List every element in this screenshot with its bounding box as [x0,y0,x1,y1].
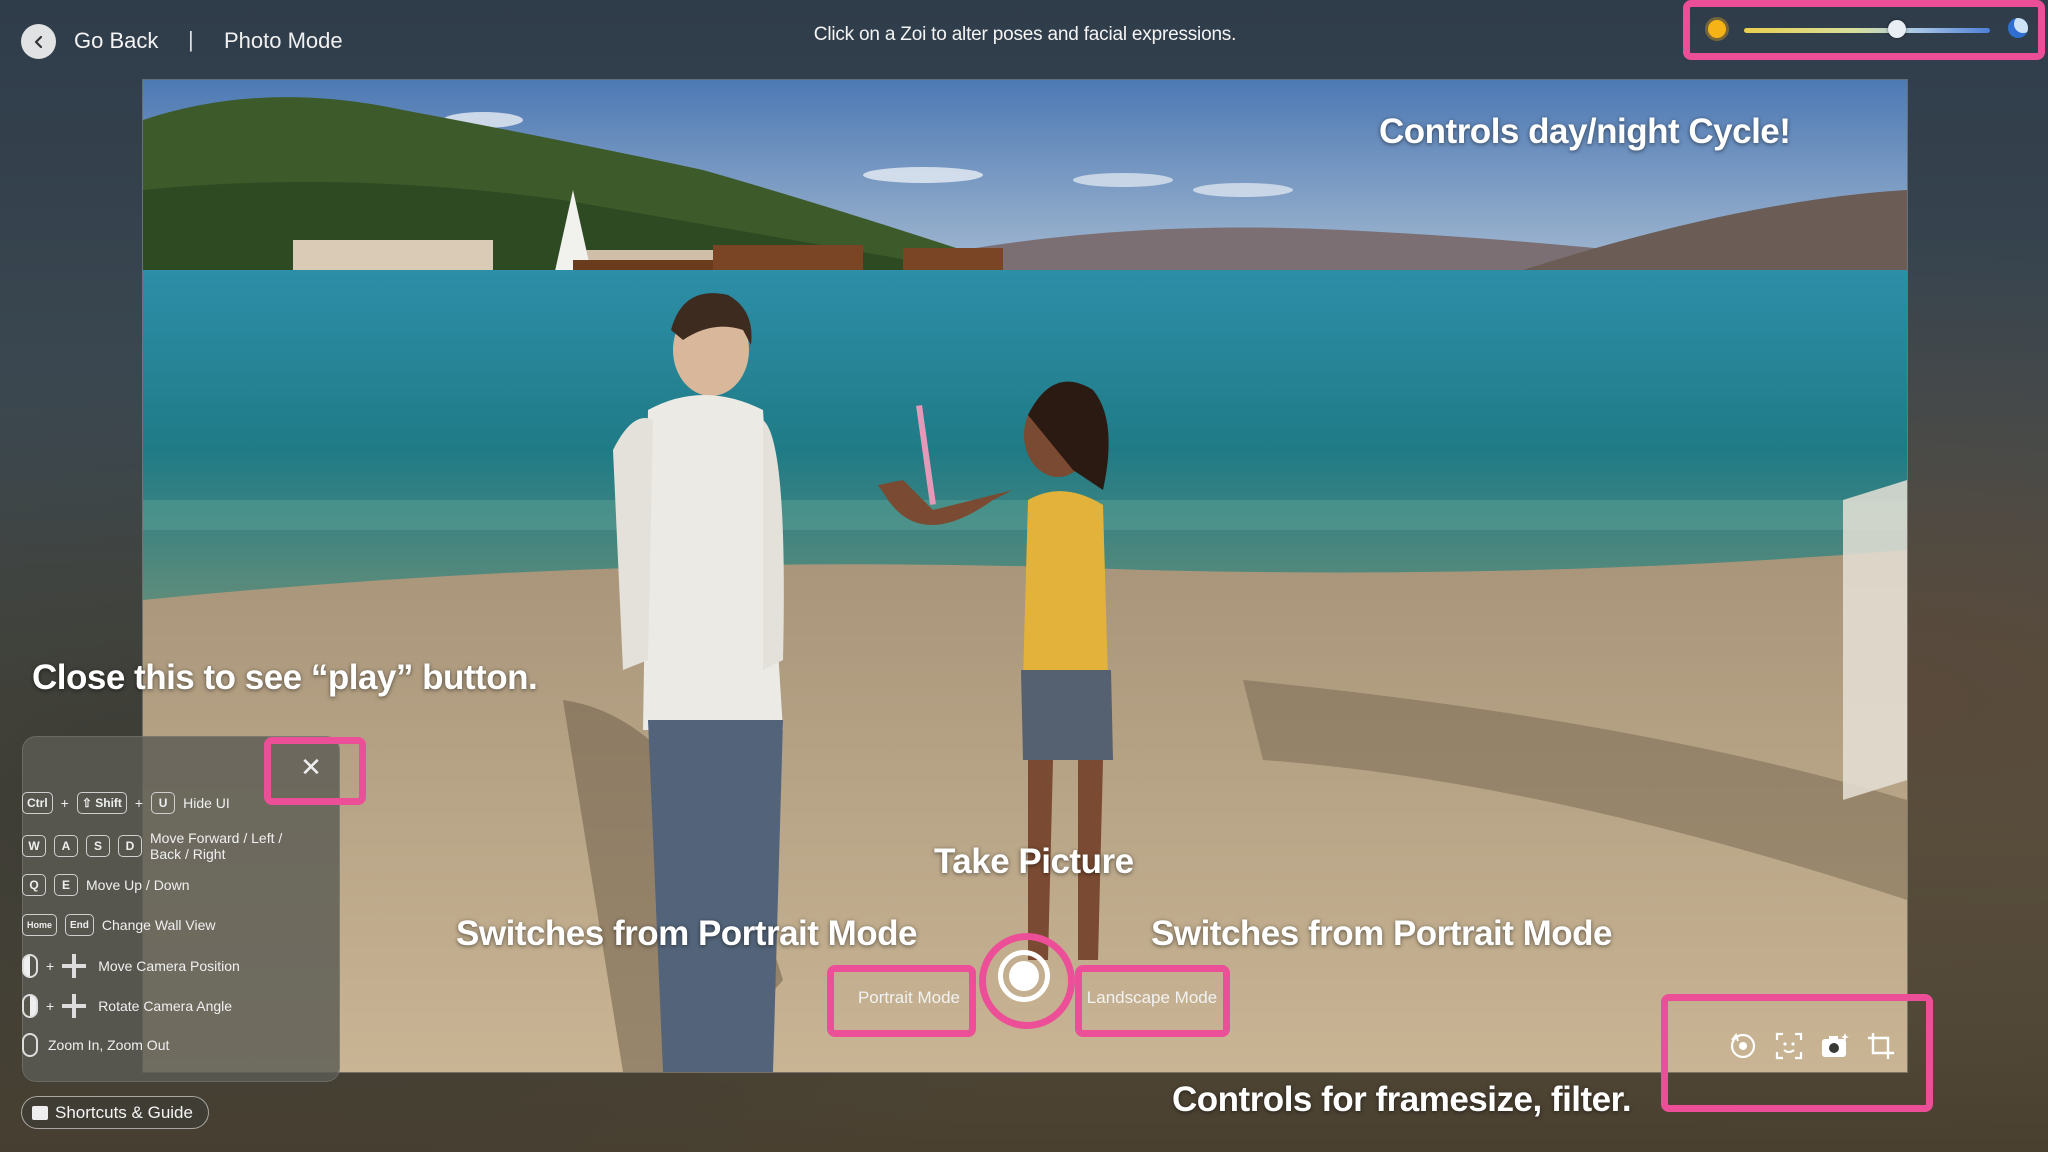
shortcut-label: Move Camera Position [98,958,240,974]
header-separator: | [188,27,194,52]
guide-label: Shortcuts & Guide [55,1102,193,1122]
key-u: U [151,792,176,814]
shortcut-row-up-down: Q E Move Up / Down [22,874,189,896]
highlight-close [264,737,366,805]
shortcut-label: Move Up / Down [86,877,190,893]
move-arrows-icon [62,954,87,978]
key-home: Home [22,914,58,936]
key-end: End [65,914,94,936]
key-e: E [54,874,78,896]
annotation-daynight: Controls day/night Cycle! [1379,112,1791,151]
key-a: A [54,835,78,857]
key-s: S [86,835,110,857]
shortcut-label: Zoom In, Zoom Out [48,1037,170,1053]
shortcut-row-camera-angle: + Rotate Camera Angle [22,994,232,1018]
annotation-switch-left: Switches from Portrait Mode [456,914,918,953]
shortcut-row-hide-ui: Ctrl + ⇧ Shift + U Hide UI [22,792,230,814]
annotation-close-hint: Close this to see “play” button. [32,658,538,697]
key-ctrl: Ctrl [22,792,53,814]
shortcuts-guide-button[interactable]: Shortcuts & Guide [21,1096,209,1129]
instruction-text: Click on a Zoi to alter poses and facial… [813,24,1237,45]
annotation-switch-right: Switches from Portrait Mode [1151,914,1613,953]
book-icon [32,1105,48,1120]
shortcut-label: Move Forward / Left / Back / Right [150,830,283,862]
key-q: Q [22,874,46,896]
key-shift: ⇧ Shift [76,792,127,814]
highlight-daynight [1683,0,2045,60]
highlight-frame-tools [1661,994,1933,1112]
shortcut-row-camera-position: + Move Camera Position [22,954,240,978]
beach-scene [143,80,1907,1072]
go-back-label[interactable]: Go Back [74,28,158,54]
highlight-shutter [979,933,1075,1029]
annotation-frame-filter: Controls for framesize, filter. [1172,1080,1632,1119]
shortcut-label: Rotate Camera Angle [98,998,233,1014]
shortcut-label: Change Wall View [101,917,216,933]
photo-viewport[interactable] [142,79,1908,1073]
page-title: Photo Mode [224,28,343,53]
key-d: D [118,835,142,857]
back-chevron-icon [34,35,42,48]
shortcut-row-zoom: Zoom In, Zoom Out [22,1033,169,1057]
mouse-right-icon [22,994,38,1018]
shortcut-row-move: W A S D Move Forward / Left / Back / Rig… [22,830,300,862]
mouse-left-icon [22,954,38,978]
key-w: W [22,835,46,857]
back-button[interactable] [21,24,56,59]
annotation-take-picture: Take Picture [934,842,1134,881]
highlight-portrait [827,965,976,1037]
shortcut-label: Hide UI [183,795,230,811]
scroll-icon [22,1033,38,1057]
highlight-landscape [1075,965,1230,1037]
shortcut-row-wall-view: Home End Change Wall View [22,914,216,936]
move-arrows-icon [62,994,87,1018]
